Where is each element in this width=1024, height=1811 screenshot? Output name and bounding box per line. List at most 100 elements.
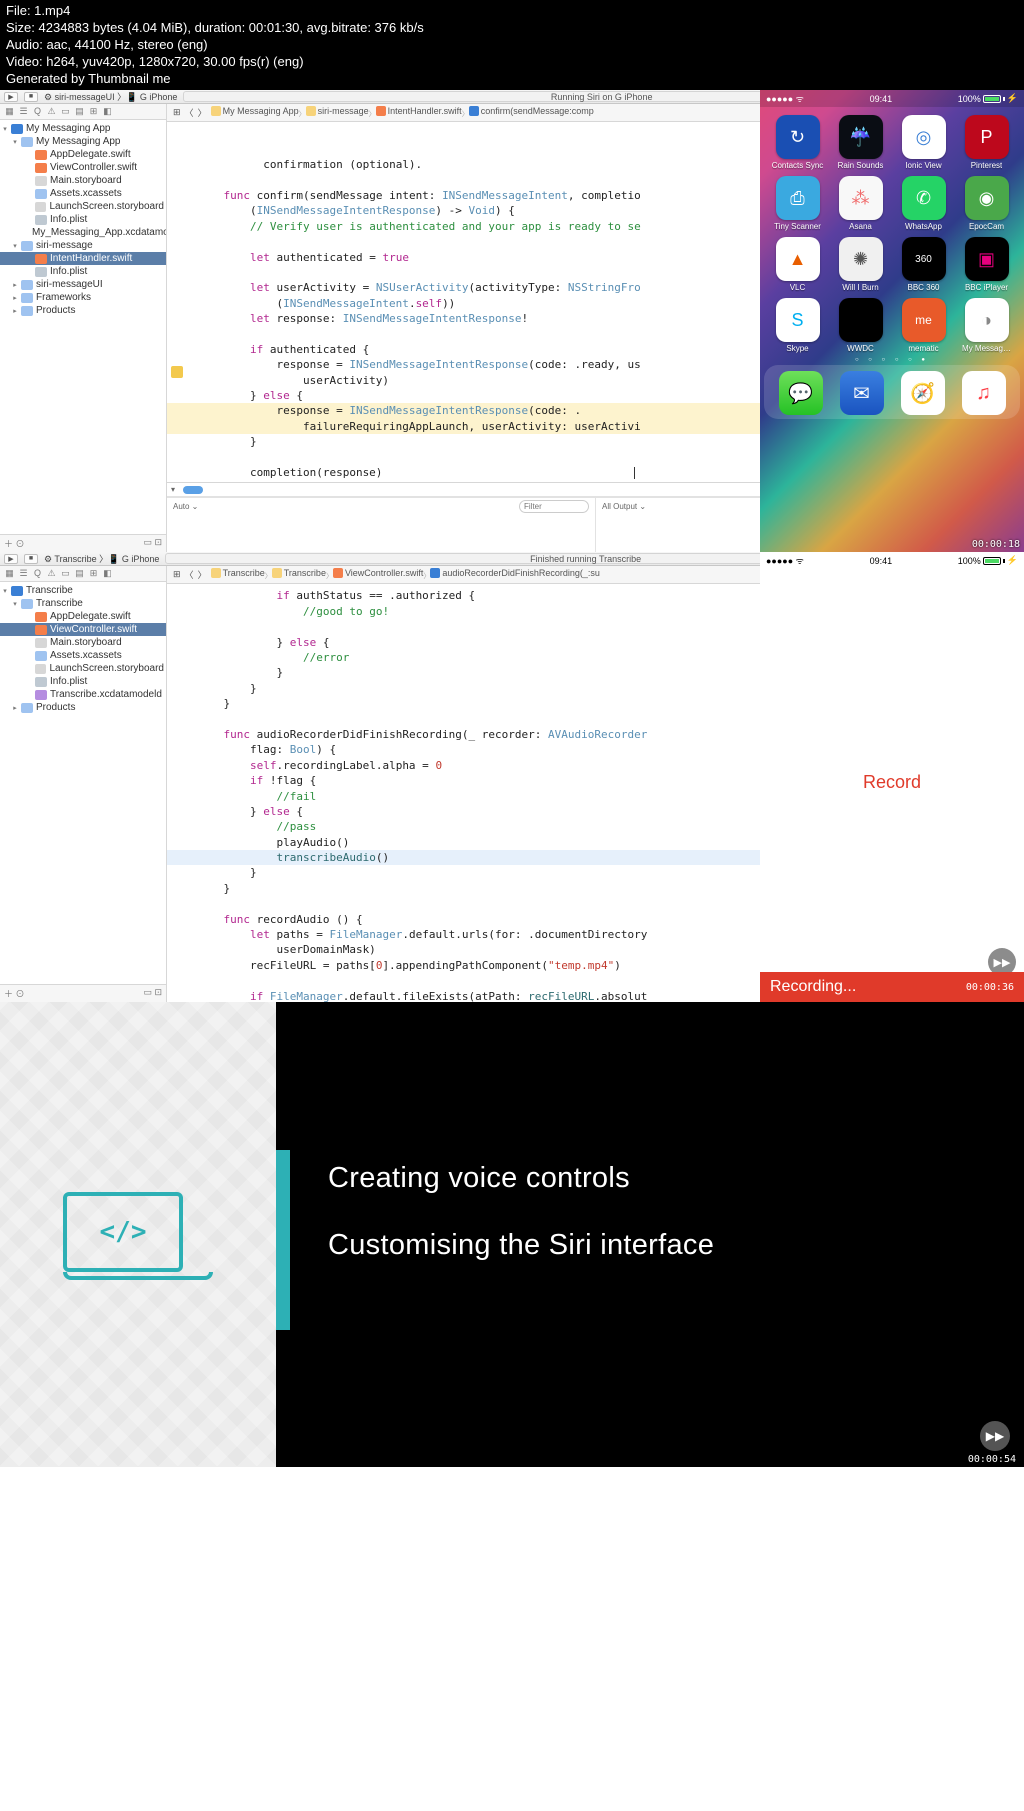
battery-icon: 100% ⚡	[958, 93, 1018, 104]
app-icon[interactable]: ▲VLC	[768, 237, 827, 292]
stop-button[interactable]: ■	[24, 92, 38, 102]
run-button[interactable]: ▶	[4, 92, 18, 102]
tree-row[interactable]: Assets.xcassets	[0, 187, 166, 200]
iphone-simulator-app: ●●●●● ᯤ 09:41 100% ⚡ Record ▶▶ Recording…	[760, 552, 1024, 1012]
meta-size: Size: 4234883 bytes (4.04 MiB), duration…	[6, 20, 1018, 37]
breadcrumb-segment[interactable]: IntentHandler.swift	[376, 106, 462, 116]
back-icon[interactable]: 〈	[185, 106, 194, 119]
app-icon[interactable]: 360BBC 360	[894, 237, 953, 292]
app-icon[interactable]: ◉EpocCam	[957, 176, 1016, 231]
frame-1: ▶ ■ ⚙ siri-messageUI 〉📱 G iPhone Running…	[0, 90, 1024, 552]
tree-row[interactable]: ▾My Messaging App	[0, 135, 166, 148]
meta-file: File: 1.mp4	[6, 3, 1018, 20]
dock-app-icon[interactable]: 💬	[779, 371, 823, 415]
breadcrumb-segment[interactable]: confirm(sendMessage:comp	[469, 106, 594, 116]
app-icon[interactable]: PPinterest	[957, 115, 1016, 170]
tree-row[interactable]: ▾Transcribe	[0, 597, 166, 610]
breadcrumb-segment[interactable]: My Messaging App	[211, 106, 299, 116]
tree-row[interactable]: Assets.xcassets	[0, 649, 166, 662]
project-navigator: ▦☰Q⚠▭▤⊞◧ ▾My Messaging App▾My Messaging …	[0, 104, 167, 552]
app-icon[interactable]: memematic	[894, 298, 953, 353]
meta-audio: Audio: aac, 44100 Hz, stereo (eng)	[6, 37, 1018, 54]
app-icon[interactable]: ✆WhatsApp	[894, 176, 953, 231]
tree-row[interactable]: My_Messaging_App.xcdatamodeld	[0, 226, 166, 239]
app-icon[interactable]: ↻Contacts Sync	[768, 115, 827, 170]
add-icon[interactable]: ＋ ⊙	[4, 987, 25, 1000]
breadcrumb-segment[interactable]: Transcribe	[211, 568, 265, 578]
breadcrumb-segment[interactable]: ViewController.swift	[333, 568, 423, 578]
tree-row[interactable]: LaunchScreen.storyboard	[0, 662, 166, 675]
forward-icon[interactable]: 〉	[198, 106, 207, 119]
dock-app-icon[interactable]: 🧭	[901, 371, 945, 415]
filter-icon[interactable]: ▭ ⊡	[143, 537, 162, 550]
app-icon[interactable]: ◑My Messag…	[957, 298, 1016, 353]
dock-app-icon[interactable]: ♫	[962, 371, 1006, 415]
title-card: Creating voice controls Customising the …	[276, 1002, 1024, 1467]
title-line-2: Customising the Siri interface	[328, 1229, 984, 1262]
navigator-tabs[interactable]: ▦☰Q⚠▭▤⊞◧	[0, 104, 166, 120]
navigator-tabs[interactable]: ▦☰Q⚠▭▤⊞◧	[0, 566, 166, 582]
tree-row[interactable]: LaunchScreen.storyboard	[0, 200, 166, 213]
run-button[interactable]: ▶	[4, 554, 18, 564]
frame-timestamp: 00:00:54	[968, 1454, 1016, 1465]
decorative-pattern: </>	[0, 1002, 276, 1467]
frame-timestamp: 00:00:36	[966, 982, 1014, 993]
variables-filter[interactable]	[519, 500, 589, 513]
tree-row[interactable]: ▸siri-messageUI	[0, 278, 166, 291]
related-items-icon[interactable]: ⊞	[173, 107, 181, 118]
phone-status-bar: ●●●●● ᯤ 09:41 100% ⚡	[760, 552, 1024, 569]
skip-forward-icon[interactable]: ▶▶	[980, 1421, 1010, 1451]
tree-row[interactable]: ▾Transcribe	[0, 584, 166, 597]
output-scope[interactable]: All Output ⌄	[602, 502, 646, 511]
folder-nav-icon[interactable]: ▦	[4, 568, 15, 579]
app-icon[interactable]: ☔Rain Sounds	[831, 115, 890, 170]
tree-row[interactable]: Main.storyboard	[0, 174, 166, 187]
auto-scope[interactable]: Auto ⌄	[173, 502, 198, 511]
tree-row[interactable]: ▸Products	[0, 701, 166, 714]
back-icon[interactable]: 〈	[185, 568, 194, 581]
tree-row[interactable]: Main.storyboard	[0, 636, 166, 649]
tree-row[interactable]: IntentHandler.swift	[0, 252, 166, 265]
scheme-selector[interactable]: ⚙ siri-messageUI 〉📱 G iPhone	[44, 90, 177, 103]
app-icon[interactable]: ▣BBC iPlayer	[957, 237, 1016, 292]
breadcrumb-segment[interactable]: siri-message	[306, 106, 369, 116]
file-tree[interactable]: ▾Transcribe▾TranscribeAppDelegate.swiftV…	[0, 582, 166, 984]
tree-row[interactable]: ViewController.swift	[0, 623, 166, 636]
tree-row[interactable]: ▸Products	[0, 304, 166, 317]
filter-icon[interactable]: ▭ ⊡	[143, 987, 162, 1000]
app-icon[interactable]: WWDC	[831, 298, 890, 353]
accent-bar	[276, 1150, 290, 1330]
related-items-icon[interactable]: ⊞	[173, 569, 181, 580]
tree-row[interactable]: Info.plist	[0, 265, 166, 278]
tree-row[interactable]: Info.plist	[0, 675, 166, 688]
dock-app-icon[interactable]: ✉	[840, 371, 884, 415]
file-tree[interactable]: ▾My Messaging App▾My Messaging AppAppDel…	[0, 120, 166, 534]
tree-row[interactable]: ▾My Messaging App	[0, 122, 166, 135]
laptop-icon: </>	[63, 1192, 213, 1280]
tree-row[interactable]: AppDelegate.swift	[0, 610, 166, 623]
forward-icon[interactable]: 〉	[198, 568, 207, 581]
tree-row[interactable]: ViewController.swift	[0, 161, 166, 174]
app-icon[interactable]: ⎙Tiny Scanner	[768, 176, 827, 231]
tree-row[interactable]: AppDelegate.swift	[0, 148, 166, 161]
app-icon[interactable]: SSkype	[768, 298, 827, 353]
record-button[interactable]: Record	[760, 772, 1024, 793]
tree-row[interactable]: Transcribe.xcdatamodeld	[0, 688, 166, 701]
debug-pill[interactable]	[183, 486, 203, 494]
app-icon[interactable]: ✺Will I Burn	[831, 237, 890, 292]
folder-nav-icon[interactable]: ▦	[4, 106, 15, 117]
scheme-selector[interactable]: ⚙ Transcribe 〉📱 G iPhone	[44, 552, 159, 565]
app-icon[interactable]: ⁂Asana	[831, 176, 890, 231]
stop-button[interactable]: ■	[24, 554, 38, 564]
breadcrumb-segment[interactable]: audioRecorderDidFinishRecording(_:su	[430, 568, 600, 578]
page-indicator[interactable]: ○ ○ ○ ○ ○ ●	[760, 357, 1024, 363]
warning-gutter-icon[interactable]	[171, 366, 183, 378]
tree-row[interactable]: Info.plist	[0, 213, 166, 226]
add-icon[interactable]: ＋ ⊙	[4, 537, 25, 550]
video-metadata-header: File: 1.mp4 Size: 4234883 bytes (4.04 Mi…	[0, 0, 1024, 90]
breadcrumb-segment[interactable]: Transcribe	[272, 568, 326, 578]
app-icon[interactable]: ◎Ionic View	[894, 115, 953, 170]
tree-row[interactable]: ▸Frameworks	[0, 291, 166, 304]
tree-row[interactable]: ▾siri-message	[0, 239, 166, 252]
toggle-icon[interactable]: ▾	[171, 485, 175, 494]
